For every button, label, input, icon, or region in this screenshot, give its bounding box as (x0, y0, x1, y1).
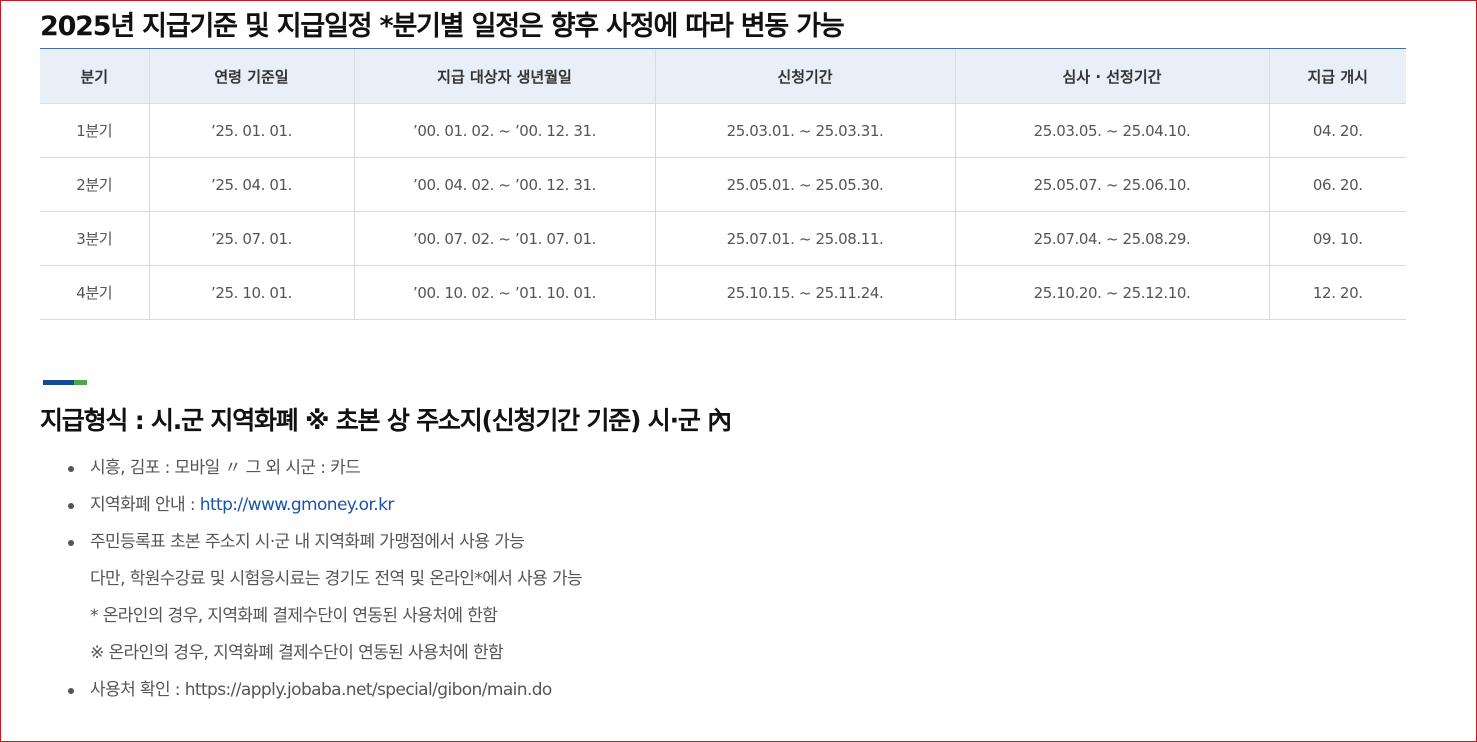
usage-exception-line: 다만, 학원수강료 및 시험응시료는 경기도 전역 및 온라인*에서 사용 가능 (90, 569, 583, 589)
cell-quarter: 2분기 (40, 157, 149, 212)
cell-payment-start: 06. 20. (1268, 157, 1406, 212)
table-row: 2분기 ’25. 04. 01. ’00. 04. 02. ~ ’00. 12.… (40, 157, 1406, 212)
payment-info-list: 시흥, 김포 : 모바일 〃 그 외 시군 : 카드 지역화폐 안내 : htt… (68, 450, 583, 709)
table-row: 4분기 ’25. 10. 01. ’00. 10. 02. ~ ’01. 10.… (40, 265, 1406, 320)
cell-review-period: 25.10.20. ~ 25.12.10. (954, 265, 1269, 320)
list-item-usage-area: 주민등록표 초본 주소지 시·군 내 지역화폐 가맹점에서 사용 가능 다만, … (68, 524, 583, 672)
bullet-icon (68, 503, 74, 509)
online-note-line: * 온라인의 경우, 지역화폐 결제수단이 연동된 사용처에 한함 (90, 606, 498, 626)
cell-payment-start: 04. 20. (1268, 103, 1406, 158)
payment-form-title: 지급형식 : 시.군 지역화폐 ※ 초본 상 주소지(신청기간 기준) 시·군 … (40, 406, 732, 435)
gmoney-link[interactable]: http://www.gmoney.or.kr (200, 495, 395, 515)
cell-age-base-date: ’25. 01. 01. (148, 103, 354, 158)
header-review-period: 심사 · 선정기간 (954, 48, 1269, 104)
header-quarter: 분기 (40, 48, 149, 104)
list-item-currency-guide: 지역화폐 안내 : http://www.gmoney.or.kr (68, 487, 582, 524)
cell-birthdate-range: ’00. 04. 02. ~ ’00. 12. 31. (353, 157, 655, 212)
cell-age-base-date: ’25. 07. 01. (148, 211, 354, 266)
header-application-period: 신청기간 (654, 48, 955, 104)
cell-payment-start: 09. 10. (1268, 211, 1406, 266)
bullet-icon (68, 688, 74, 694)
cell-review-period: 25.05.07. ~ 25.06.10. (954, 157, 1269, 212)
schedule-header-row: 분기 연령 기준일 지급 대상자 생년월일 신청기간 심사 · 선정기간 지급 … (40, 48, 1406, 104)
header-payment-start: 지급 개시 (1268, 48, 1406, 104)
cell-quarter: 4분기 (40, 265, 149, 320)
cell-application-period: 25.10.15. ~ 25.11.24. (654, 265, 955, 320)
list-item-merchant-check: 사용처 확인 : https://apply.jobaba.net/specia… (68, 672, 582, 709)
cell-quarter: 1분기 (40, 103, 149, 158)
currency-guide-label: 지역화폐 안내 : (90, 495, 200, 515)
accent-blue-segment (43, 380, 74, 385)
usage-area-line: 주민등록표 초본 주소지 시·군 내 지역화폐 가맹점에서 사용 가능 (90, 532, 525, 552)
cell-age-base-date: ’25. 04. 01. (148, 157, 354, 212)
header-birthdate-range: 지급 대상자 생년월일 (353, 48, 655, 104)
section-accent-bar (43, 380, 87, 385)
cell-birthdate-range: ’00. 10. 02. ~ ’01. 10. 01. (353, 265, 655, 320)
header-age-base-date: 연령 기준일 (148, 48, 354, 104)
table-row: 3분기 ’25. 07. 01. ’00. 07. 02. ~ ’01. 07.… (40, 211, 1406, 266)
cell-birthdate-range: ’00. 07. 02. ~ ’01. 07. 01. (353, 211, 655, 266)
cell-application-period: 25.05.01. ~ 25.05.30. (654, 157, 955, 212)
accent-green-segment (74, 380, 87, 385)
schedule-title: 2025년 지급기준 및 지급일정 *분기별 일정은 향후 사정에 따라 변동 … (40, 11, 845, 42)
cell-birthdate-range: ’00. 01. 02. ~ ’00. 12. 31. (353, 103, 655, 158)
online-note-line-alt: ※ 온라인의 경우, 지역화폐 결제수단이 연동된 사용처에 한함 (90, 643, 504, 663)
list-item-card-type: 시흥, 김포 : 모바일 〃 그 외 시군 : 카드 (68, 450, 582, 487)
cell-review-period: 25.07.04. ~ 25.08.29. (954, 211, 1269, 266)
bullet-icon (68, 540, 74, 546)
cell-quarter: 3분기 (40, 211, 149, 266)
cell-payment-start: 12. 20. (1268, 265, 1406, 320)
bullet-icon (68, 466, 74, 472)
cell-application-period: 25.03.01. ~ 25.03.31. (654, 103, 955, 158)
schedule-table: 분기 연령 기준일 지급 대상자 생년월일 신청기간 심사 · 선정기간 지급 … (40, 48, 1406, 320)
cell-review-period: 25.03.05. ~ 25.04.10. (954, 103, 1269, 158)
cell-application-period: 25.07.01. ~ 25.08.11. (654, 211, 955, 266)
cell-age-base-date: ’25. 10. 01. (148, 265, 354, 320)
table-row: 1분기 ’25. 01. 01. ’00. 01. 02. ~ ’00. 12.… (40, 103, 1406, 158)
merchant-check-text[interactable]: 사용처 확인 : https://apply.jobaba.net/specia… (90, 680, 552, 700)
card-type-text: 시흥, 김포 : 모바일 〃 그 외 시군 : 카드 (90, 458, 361, 478)
